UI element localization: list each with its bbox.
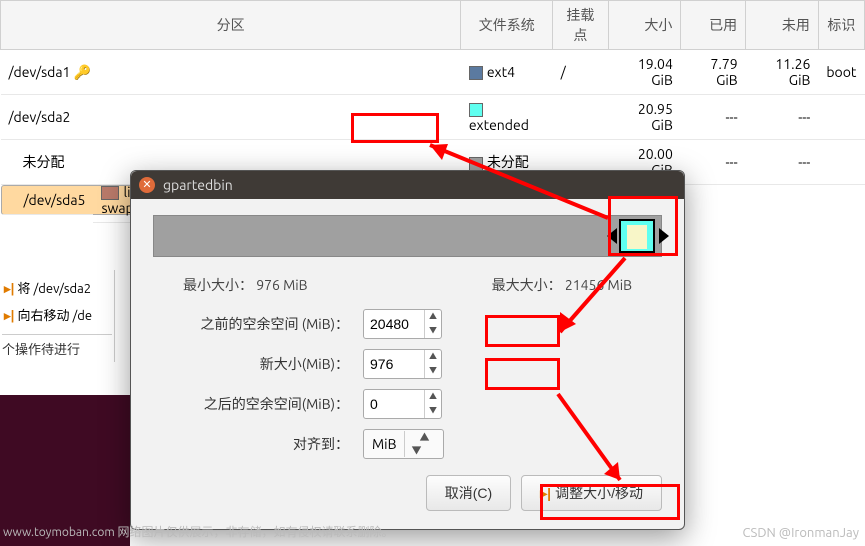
col-mountpoint[interactable]: 挂载点 <box>553 1 608 50</box>
stepper-down-icon[interactable]: ▼ <box>425 324 441 338</box>
new-size-label: 新大小(MiB)： <box>153 354 363 374</box>
before-free-input[interactable]: ▲▼ <box>363 309 442 339</box>
col-filesystem[interactable]: 文件系统 <box>461 1 553 50</box>
watermark-right: CSDN @IronmanJay <box>742 526 859 540</box>
resize-move-button[interactable]: ▸|调整大小/移动 <box>521 475 662 511</box>
min-size-label: 最小大小： 976 MiB <box>183 275 308 295</box>
after-free-label: 之后的空余空间(MiB)： <box>153 394 363 414</box>
col-partition[interactable]: 分区 <box>1 1 461 50</box>
fs-color-icon <box>101 186 119 200</box>
chevron-up-icon: ▲ <box>411 431 437 444</box>
slider-handle-right-icon[interactable] <box>659 228 669 244</box>
table-row[interactable]: /dev/sda2 extended 20.95 GiB --- --- <box>1 95 865 140</box>
fs-color-icon <box>469 157 483 171</box>
table-row[interactable]: /dev/sda1 🔑 ext4 / 19.04 GiB 7.79 GiB 11… <box>1 50 865 95</box>
slider-handle-left-icon[interactable] <box>607 228 617 244</box>
chevron-down-icon: ▼ <box>411 444 437 457</box>
slider-thumb[interactable] <box>619 219 655 253</box>
new-size-input[interactable]: ▲▼ <box>363 349 442 379</box>
after-free-input[interactable]: ▲▼ <box>363 389 442 419</box>
dialog-titlebar[interactable]: ✕ gpartedbin <box>131 171 684 199</box>
pending-op-icon: ▸| <box>4 282 15 296</box>
pending-footer: 个操作待进行 <box>2 334 112 358</box>
partition-slider[interactable] <box>153 215 662 257</box>
align-to-label: 对齐到： <box>153 434 363 454</box>
dialog-title: gpartedbin <box>163 177 233 193</box>
list-item[interactable]: ▸| 将 /dev/sda2 <box>2 274 112 301</box>
cancel-button[interactable]: 取消(C) <box>426 475 511 511</box>
list-item[interactable]: ▸| 向右移动 /de <box>2 301 112 328</box>
apply-icon: ▸| <box>540 485 551 501</box>
stepper-down-icon[interactable]: ▼ <box>425 364 441 378</box>
pending-op-icon: ▸| <box>4 309 15 323</box>
before-free-label: 之前的空余空间 (MiB)： <box>153 314 363 334</box>
fs-color-icon <box>469 66 483 80</box>
stepper-down-icon[interactable]: ▼ <box>425 404 441 418</box>
stepper-up-icon[interactable]: ▲ <box>425 350 441 364</box>
fs-color-icon <box>469 103 483 117</box>
col-used[interactable]: 已用 <box>681 1 746 50</box>
col-size[interactable]: 大小 <box>608 1 681 50</box>
col-free[interactable]: 未用 <box>746 1 819 50</box>
stepper-up-icon[interactable]: ▲ <box>425 310 441 324</box>
max-size-label: 最大大小： 21456 MiB <box>492 275 632 295</box>
close-icon[interactable]: ✕ <box>139 177 155 193</box>
watermark-left: www.toymoban.com 网络图片仅供展示，非存储，如有侵权请联系删除。 <box>3 523 393 540</box>
resize-move-dialog: ✕ gpartedbin 最小大小： 976 MiB 最大大小： 21456 M… <box>130 170 685 530</box>
align-to-select[interactable]: MiB ▲▼ <box>363 429 444 459</box>
pending-operations-panel: ▸| 将 /dev/sda2 ▸| 向右移动 /de 个操作待进行 <box>0 270 115 362</box>
col-flags[interactable]: 标识 <box>818 1 864 50</box>
stepper-up-icon[interactable]: ▲ <box>425 390 441 404</box>
key-icon: 🔑 <box>74 64 91 80</box>
